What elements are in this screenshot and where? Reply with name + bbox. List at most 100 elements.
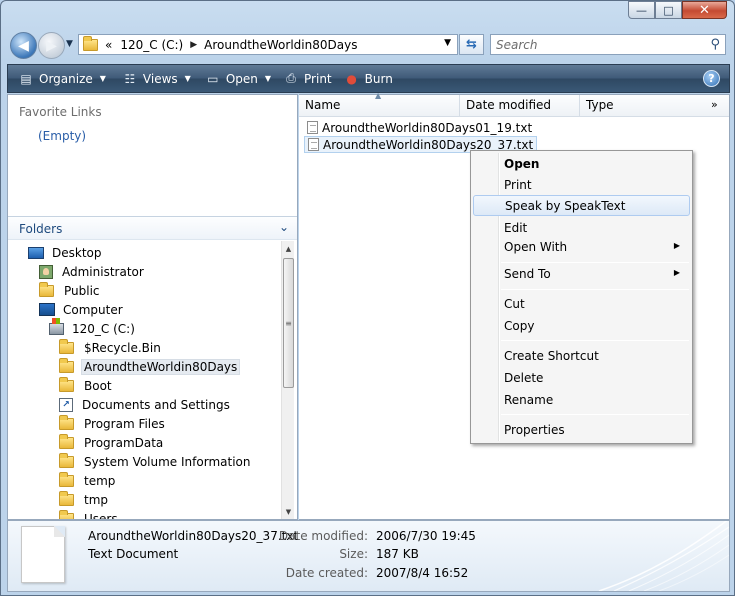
tree-item-computer[interactable]: Computer: [39, 300, 126, 319]
tree-item-users[interactable]: Users: [59, 509, 121, 519]
open-icon: ▭: [207, 71, 219, 86]
address-dropdown-icon[interactable]: ▼: [444, 38, 451, 48]
maximize-button[interactable]: □: [655, 1, 682, 19]
menu-item-print[interactable]: Print: [473, 174, 690, 195]
tree-item-label: ProgramData: [84, 435, 164, 450]
organize-button[interactable]: ▤ Organize ▼: [12, 65, 112, 92]
column-header-type[interactable]: Type: [580, 95, 705, 117]
tree-item-tmp[interactable]: tmp: [59, 490, 111, 509]
menu-item-label: Speak by SpeakText: [505, 198, 626, 213]
menu-item-create-shortcut[interactable]: Create Shortcut: [473, 345, 690, 366]
details-label-date-created: Date created:: [285, 566, 368, 580]
views-button[interactable]: ☷ Views ▼: [116, 65, 197, 92]
context-menu: Open Print Speak by SpeakText Edit Open …: [470, 150, 693, 444]
menu-item-label: Send To: [504, 266, 551, 281]
menu-item-send-to[interactable]: Send To ▶: [473, 263, 690, 284]
close-button[interactable]: ✕: [682, 1, 727, 19]
tree-item-recycle-bin[interactable]: $Recycle.Bin: [59, 338, 164, 357]
chevron-down-icon[interactable]: ⌄: [279, 220, 289, 234]
tree-item-desktop[interactable]: Desktop: [28, 243, 105, 262]
search-input[interactable]: Search ⚲: [490, 34, 726, 55]
menu-item-label: Cut: [504, 296, 525, 311]
search-placeholder: Search: [496, 37, 538, 52]
refresh-button[interactable]: ⇆: [459, 34, 484, 55]
tree-item-programdata[interactable]: ProgramData: [59, 433, 166, 452]
folder-icon: [59, 471, 74, 487]
folder-icon: [59, 357, 74, 373]
menu-item-cut[interactable]: Cut: [473, 293, 690, 314]
breadcrumb-separator-icon[interactable]: ▶: [190, 40, 197, 50]
more-columns-button[interactable]: »: [705, 95, 729, 117]
back-button[interactable]: ◀: [10, 32, 37, 59]
open-button[interactable]: ▭ Open ▼: [199, 65, 277, 92]
column-label: Date modified: [466, 98, 552, 112]
user-folder-icon: [39, 264, 53, 279]
tree-item-label: temp: [84, 473, 116, 488]
text-file-icon: [308, 138, 319, 151]
folder-tree-scrollbar[interactable]: ▲ ≡ ▼: [281, 241, 294, 519]
breadcrumb-folder[interactable]: AroundtheWorldin80Days: [204, 38, 357, 52]
column-header-name[interactable]: ▲ Name: [299, 91, 460, 117]
details-value-date-created: 2007/8/4 16:52: [376, 566, 469, 580]
shortcut-folder-icon: ↗: [59, 397, 73, 412]
scroll-down-icon[interactable]: ▼: [282, 505, 295, 518]
help-button[interactable]: ?: [703, 70, 720, 87]
address-bar[interactable]: « 120_C (C:) ▶ AroundtheWorldin80Days ▼: [78, 34, 458, 55]
views-label: Views: [142, 71, 178, 86]
menu-item-open-with[interactable]: Open With ▶: [473, 236, 690, 257]
tree-item-label: $Recycle.Bin: [84, 340, 161, 355]
burn-disc-icon: ●: [346, 71, 357, 86]
scroll-up-icon[interactable]: ▲: [282, 242, 295, 255]
tree-item-documents-and-settings[interactable]: ↗ Documents and Settings: [59, 395, 233, 414]
computer-icon: [39, 303, 55, 316]
tree-item-boot[interactable]: Boot: [59, 376, 115, 395]
column-label: Type: [586, 98, 614, 112]
menu-item-copy[interactable]: Copy: [473, 315, 690, 336]
file-name: AroundtheWorldin80Days01_19.txt: [322, 120, 533, 135]
burn-button[interactable]: ● Burn: [338, 65, 399, 92]
tree-item-program-files[interactable]: Program Files: [59, 414, 168, 433]
details-label-size: Size:: [339, 547, 368, 561]
print-button[interactable]: ⎙ Print: [277, 65, 338, 92]
menu-item-properties[interactable]: Properties: [473, 419, 690, 440]
details-label-date-modified: Date modified:: [278, 529, 368, 543]
tree-item-label: Documents and Settings: [82, 397, 230, 412]
forward-button[interactable]: ▶: [38, 32, 65, 59]
chevron-down-icon: ▼: [184, 74, 191, 83]
tree-item-temp[interactable]: temp: [59, 471, 118, 490]
tree-item-aroundtheworldin80days[interactable]: AroundtheWorldin80Days: [59, 357, 241, 376]
menu-item-open[interactable]: Open: [473, 153, 690, 174]
menu-item-rename[interactable]: Rename: [473, 389, 690, 410]
tree-item-system-volume-information[interactable]: System Volume Information: [59, 452, 253, 471]
menu-item-edit[interactable]: Edit: [473, 217, 690, 238]
sort-ascending-icon: ▲: [375, 91, 382, 100]
tree-item-public[interactable]: Public: [39, 281, 103, 300]
address-overflow[interactable]: «: [105, 38, 112, 52]
more-columns-icon: »: [711, 98, 718, 111]
minimize-button[interactable]: —: [628, 1, 655, 19]
folder-tree: Desktop Administrator Public Computer 12…: [8, 241, 282, 519]
column-header-date-modified[interactable]: Date modified: [460, 95, 580, 117]
maximize-icon: □: [663, 3, 674, 17]
folder-icon: [39, 281, 54, 297]
recent-pages-dropdown[interactable]: ▼: [66, 39, 73, 49]
scrollbar-thumb[interactable]: ≡: [283, 258, 294, 388]
navigation-pane: Favorite Links (Empty) Folders ⌄ Desktop…: [7, 94, 298, 520]
folders-header[interactable]: Folders ⌄: [8, 216, 297, 240]
decorative-swoosh: [598, 521, 729, 591]
menu-item-speak-by-speaktext[interactable]: Speak by SpeakText: [473, 195, 690, 216]
breadcrumb-drive[interactable]: 120_C (C:): [120, 38, 183, 52]
tree-item-administrator[interactable]: Administrator: [39, 262, 147, 281]
open-label: Open: [225, 71, 258, 86]
menu-separator: [501, 289, 689, 290]
file-item[interactable]: AroundtheWorldin80Days01_19.txt: [304, 119, 535, 136]
folder-icon: [59, 452, 74, 468]
tree-item-label: Desktop: [52, 245, 102, 260]
search-icon[interactable]: ⚲: [710, 37, 720, 52]
menu-item-delete[interactable]: Delete: [473, 367, 690, 388]
folder-icon: [59, 414, 74, 430]
menu-separator: [501, 414, 689, 415]
tree-item-label: Public: [64, 283, 100, 298]
tree-item-drive-c[interactable]: 120_C (C:): [49, 317, 138, 338]
submenu-arrow-icon: ▶: [673, 268, 680, 277]
